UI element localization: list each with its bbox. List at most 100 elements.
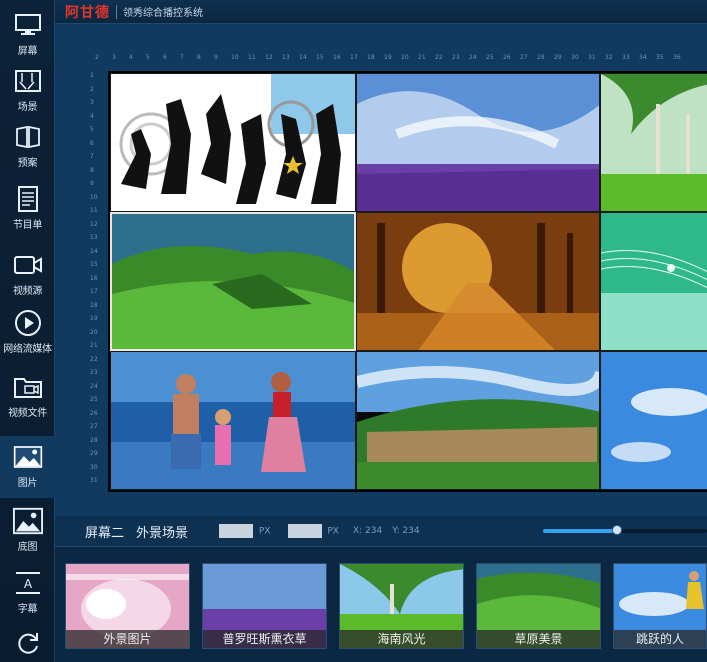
height-group: PX <box>285 524 339 538</box>
ruler-tick: 9 <box>214 54 218 61</box>
tile-cliff-image[interactable] <box>356 351 600 490</box>
video-wall[interactable] <box>108 71 707 492</box>
ruler-tick: 25 <box>90 396 98 403</box>
sidebar-item-playlist[interactable]: 节目单 <box>0 178 55 240</box>
image-icon <box>13 442 43 472</box>
screen-name: 屏幕二 <box>85 525 125 541</box>
tile-lavender-image[interactable] <box>356 73 600 212</box>
ruler-tick: 16 <box>333 54 341 61</box>
book-icon <box>13 122 43 152</box>
ruler-tick: 16 <box>90 274 98 282</box>
ruler-tick: 24 <box>90 382 98 390</box>
title-divider <box>116 4 117 19</box>
sidebar-item-plan[interactable]: 预案 <box>0 116 55 178</box>
ruler-tick: 31 <box>588 54 596 61</box>
ruler-tick: 30 <box>90 463 98 471</box>
ruler-tick: 2 <box>95 54 99 61</box>
sidebar-item-label: 场景 <box>17 102 38 113</box>
ruler-tick: 4 <box>129 54 133 61</box>
ruler-tick: 28 <box>90 436 98 444</box>
ruler-tick: 1 <box>90 72 94 79</box>
monitor-icon <box>13 10 43 40</box>
subtitle-icon: A <box>13 568 43 598</box>
document-icon <box>13 184 43 214</box>
ruler-tick: 23 <box>452 54 460 61</box>
thumbnail-lavender[interactable]: 普罗旺斯熏衣草 <box>202 563 327 649</box>
svg-text:A: A <box>23 577 32 591</box>
thumbnail-grassland[interactable]: 草原美景 <box>476 563 601 649</box>
sidebar-item-stream-media[interactable]: 网络流媒体 <box>0 302 55 364</box>
sidebar-item-base-image[interactable]: 底图 <box>0 500 55 562</box>
height-unit: PX <box>327 526 339 537</box>
ruler-tick: 18 <box>90 301 98 309</box>
thumbnail-outdoor-image[interactable]: 外景图片 <box>65 563 190 649</box>
camera-icon <box>13 250 43 280</box>
ruler-tick: 25 <box>486 54 494 61</box>
ruler-tick: 23 <box>90 369 98 376</box>
app-title: 领秀综合播控系统 <box>123 8 203 19</box>
thumbnail-hainan[interactable]: 海南风光 <box>339 563 464 649</box>
width-unit: PX <box>258 526 271 537</box>
ruler-tick: 11 <box>248 54 256 61</box>
ruler-tick: 28 <box>537 54 545 61</box>
ruler-tick: 35 <box>656 54 664 61</box>
tile-family-beach-image[interactable] <box>110 351 356 490</box>
thumbnail-label: 普罗旺斯熏衣草 <box>203 630 326 648</box>
sidebar-item-image[interactable]: 图片 <box>0 436 55 498</box>
ruler-tick: 6 <box>90 139 94 147</box>
ruler-tick: 2 <box>90 85 94 93</box>
zoom-slider[interactable] <box>543 525 707 535</box>
vertical-ruler: 1 2 3 4 5 6 7 8 9 10 11 12 13 14 15 16 17 18 19 20 21 22 23 24 2… <box>90 72 104 492</box>
play-icon <box>13 308 43 338</box>
width-group: PX <box>216 524 271 538</box>
sidebar-item-scene[interactable]: 场景 <box>0 60 55 122</box>
y-coordinate: Y: 234 <box>392 526 420 536</box>
ruler-tick: 8 <box>90 166 94 174</box>
scene-icon <box>13 66 43 96</box>
ruler-tick: 14 <box>90 247 98 255</box>
ruler-tick: 29 <box>554 54 562 61</box>
status-bar: 屏幕二 外景场景 PX PX X: 234 Y: 234 <box>55 516 707 546</box>
thumbnail-label: 海南风光 <box>340 630 463 648</box>
ruler-tick: 22 <box>435 54 443 61</box>
ruler-tick: 14 <box>299 54 307 61</box>
tile-music-notes-image[interactable] <box>600 212 707 351</box>
ruler-tick: 29 <box>90 450 98 457</box>
image-library: 外景图片 普罗旺斯熏衣草 海南风光 草原美景 跳跃的人 <box>55 546 707 662</box>
app-logo: 阿甘德 <box>65 4 110 21</box>
ruler-tick: 36 <box>673 54 681 61</box>
tile-grassland-image[interactable] <box>110 212 356 351</box>
tile-sky-image[interactable] <box>600 351 707 490</box>
sidebar-item-video-source[interactable]: 视频源 <box>0 244 55 306</box>
sidebar-item-refresh[interactable] <box>0 622 55 662</box>
thumbnail-label: 跳跃的人 <box>614 630 706 648</box>
ruler-tick: 17 <box>90 288 98 295</box>
sidebar-item-screen[interactable]: 屏幕 <box>0 4 55 66</box>
ruler-tick: 12 <box>265 54 273 61</box>
width-input[interactable] <box>219 524 254 538</box>
ruler-tick: 15 <box>316 54 324 61</box>
sidebar-item-label: 字幕 <box>17 604 38 615</box>
sidebar-item-label: 屏幕 <box>17 46 38 57</box>
ruler-tick: 31 <box>90 477 98 484</box>
sidebar-item-video-file[interactable]: 视频文件 <box>0 366 55 428</box>
tile-dancers-image[interactable] <box>110 73 356 212</box>
sidebar: 屏幕 场景 预案 节目单 视频源 网络流媒体 视频文件 图片 底图 A 字幕 <box>0 0 55 662</box>
zoom-slider-handle[interactable] <box>611 525 622 535</box>
ruler-tick: 19 <box>384 54 392 61</box>
tile-palm-image[interactable] <box>600 73 707 212</box>
ruler-tick: 5 <box>146 54 150 61</box>
sidebar-item-subtitle[interactable]: A 字幕 <box>0 562 55 624</box>
ruler-tick: 20 <box>401 54 409 61</box>
height-input[interactable] <box>287 524 322 538</box>
sidebar-item-label: 视频源 <box>12 286 43 297</box>
ruler-tick: 3 <box>112 54 116 61</box>
thumbnail-label: 草原美景 <box>477 630 600 648</box>
ruler-tick: 9 <box>90 180 94 187</box>
thumbnail-jumping-person[interactable]: 跳跃的人 <box>613 563 707 649</box>
ruler-tick: 21 <box>90 342 98 349</box>
x-coordinate: X: 234 <box>352 526 383 536</box>
zoom-slider-fill <box>543 529 617 533</box>
sidebar-item-label: 预案 <box>17 158 38 169</box>
tile-autumn-road-image[interactable] <box>356 212 600 351</box>
